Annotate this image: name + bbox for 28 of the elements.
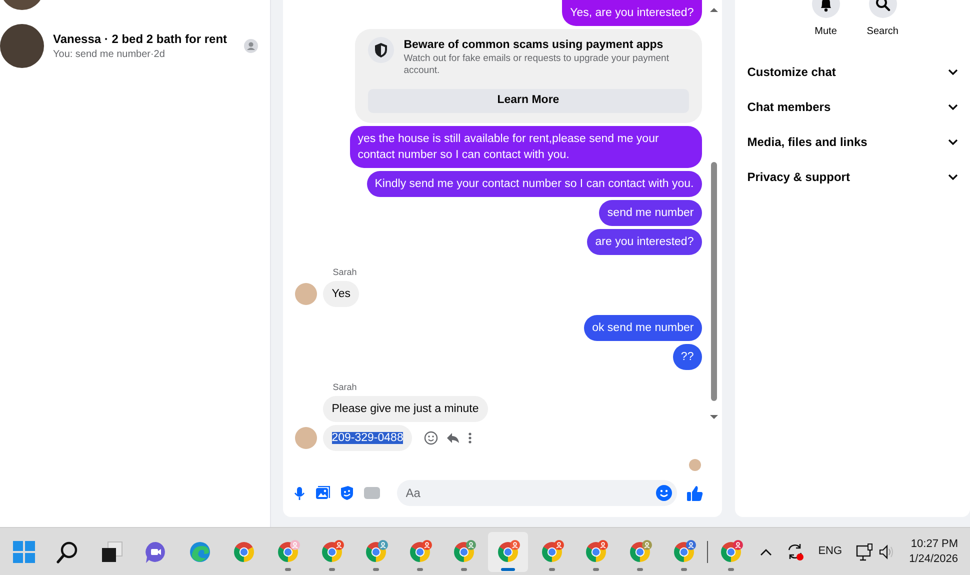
section-header[interactable]: Media, files and links <box>747 124 958 159</box>
learn-more-button[interactable]: Learn More <box>368 89 689 113</box>
sender-name: Sarah <box>332 382 357 393</box>
notice-text: Watch out for fake emails or requests to upgrade your payment account. <box>404 53 670 77</box>
message-bubble: yes the house is still available for rent,please send me your contact number so I can contact with you. <box>350 126 702 168</box>
message-bubble: Yes, are you interested? <box>562 0 702 26</box>
message-bubble: 209-329-0488 <box>322 425 412 451</box>
conversation-item[interactable]: Vanessa · 2 bed 2 bath for rent You: send me number·2d <box>0 24 270 68</box>
message-bubble: are you interested? <box>587 229 702 255</box>
mute-button[interactable]: Mute <box>812 0 840 39</box>
sender-name: Sarah <box>332 267 357 278</box>
conversation-title: Vanessa · 2 bed 2 bath for rent <box>53 32 228 46</box>
message-bubble: Kindly send me your contact number so I can contact with you. <box>366 171 702 197</box>
search-button[interactable]: Search <box>866 0 898 39</box>
message-preview: You: send me number·2d <box>53 48 166 60</box>
language-indicator[interactable]: ENG <box>818 543 842 560</box>
message-bubble: ok send me number <box>584 315 702 341</box>
notice-title: Beware of common scams using payment apps <box>404 38 664 53</box>
clock-date[interactable]: 1/24/2026 <box>909 552 958 566</box>
clock-time[interactable]: 10:27 PM <box>910 536 958 552</box>
message-bubble: send me number <box>599 200 702 226</box>
section-header[interactable]: Chat members <box>747 89 958 124</box>
message-bubble: ?? <box>672 344 702 370</box>
message-input-field[interactable]: Aa <box>396 480 677 506</box>
section-header[interactable]: Customize chat <box>747 54 958 89</box>
message-bubble: Please give me just a minute <box>322 396 488 422</box>
section-header[interactable]: Privacy & support <box>747 159 958 194</box>
message-bubble: Yes <box>322 281 360 307</box>
